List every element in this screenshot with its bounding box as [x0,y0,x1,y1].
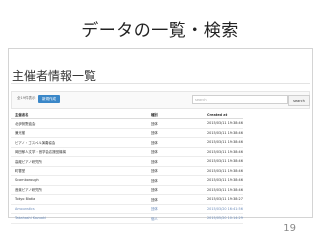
new-record-button[interactable]: 新規作成 [38,95,60,103]
created-at-cell: 2015/03/11 19:38:46 [203,137,243,148]
search-input[interactable] [192,95,288,104]
organizer-type-cell: 団体 [147,118,203,129]
table-row[interactable]: 音楽ピアノ研究所 団体 2015/03/11 19:38:46 [11,185,243,195]
organizer-type-cell: 団体 [147,204,203,214]
organizer-name-cell[interactable]: 岡田郁人文学・音学会応援団機構 [11,147,147,157]
column-header-name[interactable]: 主催者名 [11,111,147,119]
table-row[interactable]: 町響堂 団体 2015/03/11 19:38:46 [11,166,243,176]
record-count-label: 全19件表示 [17,96,36,100]
organizer-type-cell: 団体 [147,137,203,148]
organizer-type-cell: 団体 [147,166,203,176]
organizer-type-cell: 団体 [147,175,203,186]
table-row[interactable]: 岡田郁人文学・音学会応援団機構 団体 2015/03/11 19:38:46 [11,147,243,157]
organizer-name-cell[interactable]: 町響堂 [11,166,147,176]
created-at-cell: 2015/03/11 19:38:46 [203,118,243,129]
organizer-name-cell[interactable]: Scarnborough [11,175,147,186]
created-at-cell: 2015/03/11 19:38:27 [203,194,243,205]
created-at-cell: 2015/05/20 10:14:29 [203,213,243,224]
table-row[interactable]: Amounstics 団体 2015/03/20 16:41:56 [11,204,243,214]
created-at-cell: 2015/03/11 19:38:46 [203,175,243,186]
created-at-cell: 2015/03/11 19:38:46 [203,147,243,157]
created-at-cell: 2015/03/11 19:38:46 [203,128,243,138]
created-at-cell: 2015/03/11 19:38:46 [203,185,243,195]
organizer-table: 主催者名 種別 Created at 北伊勢野遺会 団体 2015/03/11 … [11,111,243,224]
table-row[interactable]: 北伊勢野遺会 団体 2015/03/11 19:38:46 [11,118,243,129]
organizer-type-cell: 団体 [147,156,203,167]
table-header-row: 主催者名 種別 Created at [11,111,243,119]
organizer-name-cell[interactable]: 音楽ピアノ研究所 [11,185,147,195]
table-row[interactable]: Tokyo Blatia 団体 2015/03/11 19:38:27 [11,194,243,205]
table-row[interactable]: 高蔵ピアノ研究所 団体 2015/03/11 19:38:46 [11,156,243,167]
created-at-cell: 2015/03/11 19:38:46 [203,166,243,176]
organizer-name-cell[interactable]: 兼光樹 [11,128,147,138]
page-title: 主催者情報一覧 [12,69,97,83]
column-header-type[interactable]: 種別 [147,111,203,119]
organizer-type-cell: 個人 [147,213,203,224]
organizer-type-cell: 団体 [147,147,203,157]
organizer-name-cell[interactable]: Tokyo Blatia [11,194,147,205]
heading-divider [11,83,310,84]
table-row[interactable]: Takahashi Kazuaki 個人 2015/05/20 10:14:29 [11,213,243,224]
slide-page-number: 19 [283,223,296,234]
slide-title: データの一覧・検索 [81,21,239,41]
search-button[interactable]: search [288,95,310,106]
organizer-type-cell: 団体 [147,194,203,205]
organizer-name-cell[interactable]: Takahashi Kazuaki [11,213,147,224]
created-at-cell: 2015/03/11 19:38:46 [203,156,243,167]
table-row[interactable]: Scarnborough 団体 2015/03/11 19:38:46 [11,175,243,186]
organizer-name-cell[interactable]: 高蔵ピアノ研究所 [11,156,147,167]
list-toolbar: 全19件表示 新規作成 search [11,91,310,109]
organizer-name-cell[interactable]: Amounstics [11,204,147,214]
organizer-type-cell: 団体 [147,185,203,195]
organizer-type-cell: 団体 [147,128,203,138]
created-at-cell: 2015/03/20 16:41:56 [203,204,243,214]
organizer-name-cell[interactable]: ピアノ・ゴスペル演奏協会 [11,137,147,148]
table-row[interactable]: ピアノ・ゴスペル演奏協会 団体 2015/03/11 19:38:46 [11,137,243,148]
app-screenshot-frame: 主催者情報一覧 全19件表示 新規作成 search 主催者名 種別 Creat… [8,48,313,224]
organizer-name-cell[interactable]: 北伊勢野遺会 [11,118,147,129]
table-row[interactable]: 兼光樹 団体 2015/03/11 19:38:46 [11,128,243,138]
column-header-created-at[interactable]: Created at [203,111,243,119]
